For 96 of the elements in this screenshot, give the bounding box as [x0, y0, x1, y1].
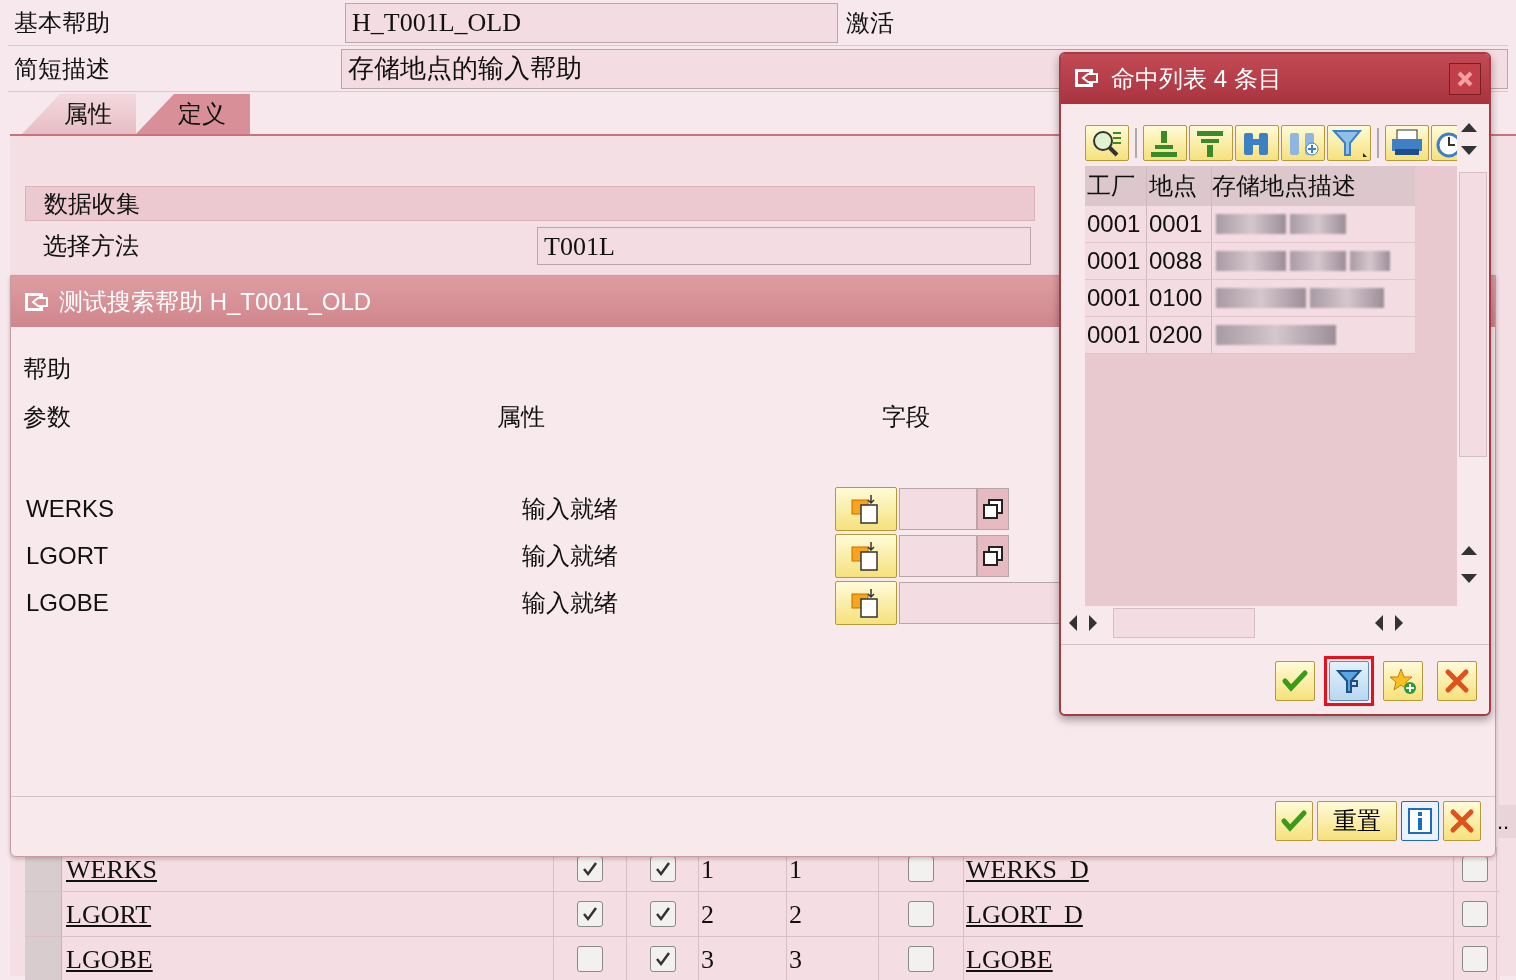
column-header: 工厂 [1087, 171, 1135, 201]
data-element-link[interactable]: LGORT_D [964, 894, 1083, 934]
info-icon [1406, 807, 1434, 835]
scroll-right-icon[interactable] [1393, 614, 1405, 632]
table-cell: 0200 [1149, 321, 1203, 348]
tab[interactable]: 定义 [136, 94, 250, 134]
checkbox[interactable] [908, 856, 934, 882]
input-field[interactable] [899, 534, 977, 577]
parameter-name: WERKS [26, 494, 114, 522]
cancel-button[interactable] [1437, 661, 1477, 701]
parameter-link[interactable]: LGOBE [62, 939, 153, 979]
dialog-title: 测试搜索帮助 H_T001L_OLD [59, 286, 372, 317]
table-cell-text: 1 [788, 853, 802, 886]
column-header: 存储地点描述 [1212, 171, 1356, 201]
attribute-text: 输入就绪 [522, 588, 618, 616]
filter-icon [1335, 667, 1363, 695]
scroll-left-icon[interactable] [1067, 614, 1079, 632]
reset-button[interactable]: 重置 [1317, 801, 1397, 841]
field-label: 简短描述 [13, 53, 111, 84]
scroll-left-icon[interactable] [1373, 614, 1385, 632]
column-header: 属性 [497, 403, 545, 430]
check-button[interactable] [1275, 801, 1313, 841]
tab[interactable]: 属性 [22, 94, 136, 134]
check-icon [581, 860, 599, 878]
star-add-icon [1389, 667, 1417, 695]
field-label: 选择方法 [43, 231, 140, 261]
check-icon [653, 950, 672, 968]
copy-icon [982, 497, 1004, 520]
group-header: 数据收集 [25, 186, 1035, 221]
table-cell: 0001 [1149, 210, 1203, 237]
table-cell-text: 3 [700, 943, 714, 976]
blurred-text [1216, 214, 1286, 234]
info-button[interactable] [1401, 801, 1439, 841]
check-icon [653, 860, 672, 878]
parameter-name: LGOBE [26, 588, 109, 616]
table-cell-text: 2 [700, 898, 714, 931]
blurred-text [1350, 251, 1390, 271]
parameter-name: LGORT [26, 541, 109, 569]
toolbar-button[interactable] [1385, 125, 1429, 161]
cancel-icon [1443, 667, 1471, 695]
column-header: 参数 [23, 403, 71, 430]
paste-button[interactable] [835, 486, 897, 531]
parameter-link[interactable]: LGORT [62, 894, 152, 934]
checkbox[interactable] [649, 946, 676, 972]
blurred-text [1290, 214, 1346, 234]
scrollbar-thumb[interactable] [1113, 608, 1255, 638]
checkbox[interactable] [908, 901, 934, 927]
table-cell-text: 3 [788, 943, 802, 976]
table-cell: 0001 [1087, 247, 1141, 274]
column-header: 地点 [1149, 171, 1197, 201]
paste-button[interactable] [835, 533, 897, 578]
blurred-text [1290, 251, 1346, 271]
checkbox[interactable] [908, 946, 934, 972]
check-icon [581, 905, 599, 923]
filter-icon [1331, 127, 1367, 159]
section-label: 帮助 [23, 354, 71, 384]
close-icon [1456, 70, 1474, 88]
check-icon [653, 905, 672, 923]
paste-button[interactable] [835, 580, 897, 625]
input-field[interactable] [899, 487, 977, 530]
table-cell: 0001 [1087, 321, 1141, 348]
table-cell: 0001 [1087, 210, 1141, 237]
toolbar-button[interactable] [1085, 125, 1129, 161]
cancel-button[interactable] [1443, 801, 1481, 841]
copy-icon [982, 544, 1004, 567]
checkbox[interactable] [577, 946, 603, 972]
status-text: 激活 [846, 7, 894, 38]
checkbox[interactable] [1462, 901, 1488, 927]
scrollbar-thumb[interactable] [1459, 172, 1487, 457]
check-button[interactable] [1275, 661, 1315, 701]
input-field[interactable]: H_T001L_OLD [345, 2, 838, 43]
copy-button[interactable] [977, 534, 1009, 577]
blurred-text [1216, 251, 1286, 271]
data-element-link[interactable]: LGOBE [964, 939, 1053, 979]
checkbox[interactable] [1462, 946, 1488, 972]
attribute-text: 输入就绪 [522, 541, 618, 569]
table-cell-text: 1 [700, 853, 714, 886]
column-header: 字段 [882, 403, 930, 430]
field-label: 基本帮助 [13, 7, 111, 38]
checkbox[interactable] [649, 856, 676, 882]
checkbox[interactable] [1462, 856, 1488, 882]
scroll-right-icon[interactable] [1087, 614, 1099, 632]
checkbox[interactable] [577, 901, 603, 927]
copy-button[interactable] [977, 487, 1009, 530]
checkbox[interactable] [649, 901, 676, 927]
favorite-button[interactable] [1383, 661, 1423, 701]
table-cell-text: 2 [788, 898, 802, 931]
table-cell: 0001 [1087, 284, 1141, 311]
close-button[interactable] [1449, 63, 1481, 95]
more-button[interactable]: .. [1497, 805, 1516, 838]
input-field[interactable]: T001L [537, 227, 1031, 265]
cancel-icon [1448, 807, 1476, 835]
table-cell: 0088 [1149, 247, 1203, 274]
table-cell: 0100 [1149, 284, 1203, 311]
checkbox[interactable] [577, 856, 603, 882]
attribute-text: 输入就绪 [522, 494, 618, 522]
